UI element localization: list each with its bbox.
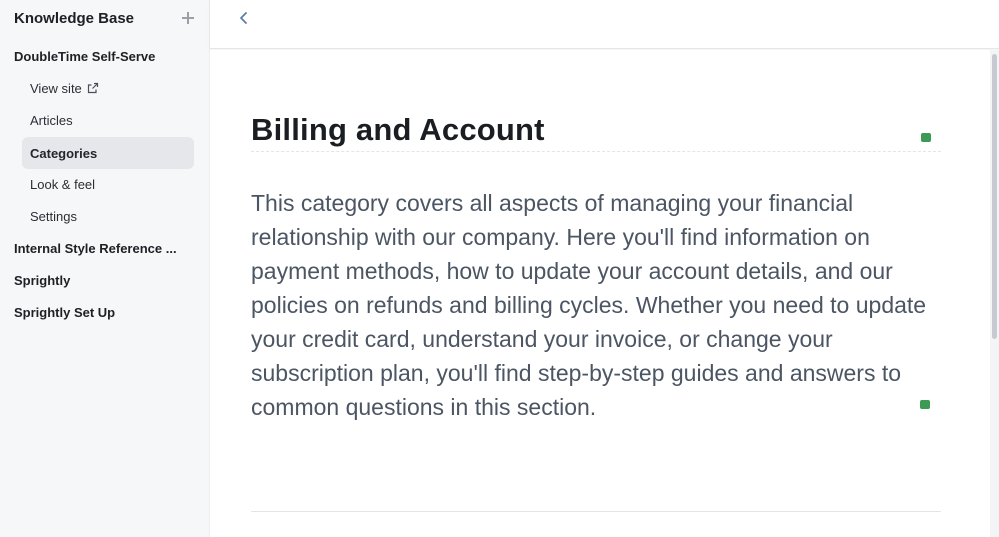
sidebar-section-sprightly[interactable]: Sprightly (14, 273, 70, 288)
sidebar: Knowledge Base DoubleTime Self-Serve Vie… (0, 0, 210, 537)
sidebar-title: Knowledge Base (14, 9, 135, 27)
external-link-icon (87, 82, 98, 94)
sidebar-item-categories[interactable]: Categories (22, 137, 194, 169)
top-bar (210, 0, 999, 49)
sidebar-item-settings[interactable]: Settings (22, 200, 194, 232)
description-status-indicator (920, 400, 930, 409)
category-title[interactable]: Billing and Account (251, 112, 545, 148)
category-editor: Billing and Account This category covers… (210, 50, 990, 537)
content-divider (251, 511, 941, 512)
sidebar-item-articles[interactable]: Articles (22, 104, 194, 136)
sidebar-item-label: Look & feel (30, 176, 96, 192)
sidebar-item-view-site[interactable]: View site (22, 72, 194, 104)
title-divider (251, 151, 941, 152)
sidebar-section-internal-style-reference[interactable]: Internal Style Reference ... (14, 241, 177, 256)
title-status-indicator (921, 133, 931, 142)
sidebar-section-sprightly-set-up[interactable]: Sprightly Set Up (14, 305, 115, 320)
scrollbar-thumb[interactable] (992, 54, 997, 339)
category-description[interactable]: This category covers all aspects of mana… (251, 186, 941, 424)
sidebar-item-label: Articles (30, 112, 73, 128)
chevron-left-icon[interactable] (236, 10, 252, 26)
sidebar-item-label: Settings (30, 208, 77, 224)
plus-icon[interactable] (182, 12, 194, 24)
sidebar-header: Knowledge Base (14, 8, 194, 28)
sidebar-item-label: Categories (30, 145, 98, 161)
sidebar-item-label: View site (30, 80, 82, 96)
scrollbar[interactable] (990, 50, 999, 537)
sidebar-section-doubletime[interactable]: DoubleTime Self-Serve (14, 49, 155, 64)
sidebar-item-look-and-feel[interactable]: Look & feel (22, 168, 194, 200)
